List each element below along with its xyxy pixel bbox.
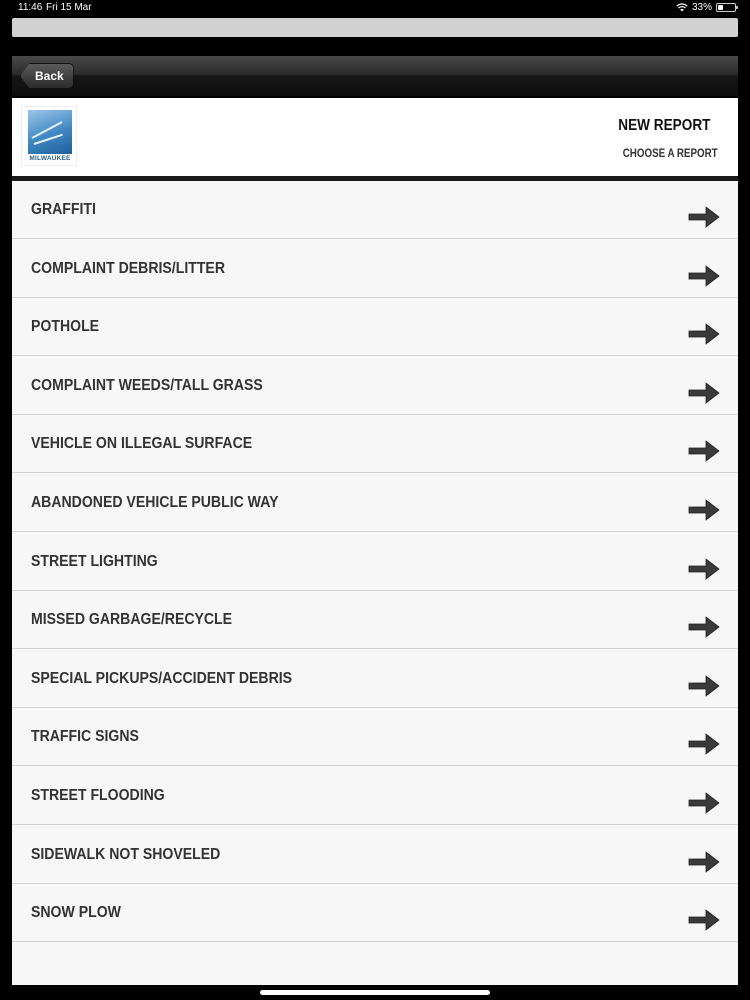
logo-sky xyxy=(28,110,72,154)
home-indicator[interactable] xyxy=(260,990,490,995)
report-row[interactable]: COMPLAINT DEBRIS/LITTER xyxy=(12,239,738,298)
right-arrow-icon xyxy=(688,264,720,287)
status-bar: 11:46 Fri 15 Mar 33% xyxy=(0,0,750,16)
report-label: STREET LIGHTING xyxy=(31,552,158,570)
battery-fill xyxy=(718,5,724,10)
battery-percent: 33% xyxy=(691,2,712,13)
right-arrow-icon xyxy=(688,909,720,931)
report-row[interactable]: VEHICLE ON ILLEGAL SURFACE xyxy=(12,415,738,474)
report-row[interactable]: SPECIAL PICKUPS/ACCIDENT DEBRIS xyxy=(12,649,738,708)
status-time: 11:46 xyxy=(18,2,43,13)
report-row[interactable]: GRAFFITI xyxy=(12,181,738,239)
status-date: Fri 15 Mar xyxy=(46,2,92,13)
right-arrow-icon xyxy=(688,381,720,404)
report-row[interactable]: STREET LIGHTING xyxy=(12,532,738,591)
report-row[interactable]: COMPLAINT WEEDS/TALL GRASS xyxy=(12,356,738,415)
battery-icon xyxy=(716,3,738,12)
report-row[interactable]: MISSED GARBAGE/RECYCLE xyxy=(12,591,738,650)
report-label: ABANDONED VEHICLE PUBLIC WAY xyxy=(31,494,279,511)
report-label: SIDEWALK NOT SHOVELED xyxy=(31,845,221,863)
report-label: VEHICLE ON ILLEGAL SURFACE xyxy=(31,435,253,453)
back-button[interactable]: Back xyxy=(20,63,74,89)
right-arrow-icon xyxy=(688,733,720,756)
right-arrow-icon xyxy=(688,557,720,580)
top-strip xyxy=(12,18,738,37)
right-arrow-icon xyxy=(688,674,720,697)
right-arrow-icon xyxy=(688,616,720,638)
wifi-icon xyxy=(676,3,688,12)
right-arrow-icon xyxy=(688,850,720,873)
report-label: MISSED GARBAGE/RECYCLE xyxy=(31,611,233,629)
report-row[interactable]: SNOW PLOW xyxy=(12,884,738,943)
right-arrow-icon xyxy=(688,323,720,345)
navigation-bar: Back xyxy=(12,56,738,96)
right-arrow-icon xyxy=(688,440,720,463)
report-label: SPECIAL PICKUPS/ACCIDENT DEBRIS xyxy=(31,669,293,687)
right-arrow-icon xyxy=(688,499,720,521)
report-row[interactable]: ABANDONED VEHICLE PUBLIC WAY xyxy=(12,474,738,532)
status-right: 33% xyxy=(676,2,738,13)
report-label: POTHOLE xyxy=(31,318,100,336)
report-header: MILWAUKEE NEW REPORT CHOOSE A REPORT xyxy=(12,98,738,176)
right-arrow-icon xyxy=(688,792,720,814)
report-row[interactable]: STREET FLOODING xyxy=(12,767,738,825)
milwaukee-logo: MILWAUKEE xyxy=(21,106,77,166)
page-subtitle: CHOOSE A REPORT xyxy=(623,148,718,160)
report-label: GRAFFITI xyxy=(31,201,96,218)
report-label: SNOW PLOW xyxy=(31,904,121,922)
report-row[interactable]: POTHOLE xyxy=(12,298,738,357)
report-list: GRAFFITI COMPLAINT DEBRIS/LITTER POTHOLE CO… xyxy=(12,181,738,985)
report-label: COMPLAINT DEBRIS/LITTER xyxy=(31,259,225,277)
report-label: COMPLAINT WEEDS/TALL GRASS xyxy=(31,376,263,394)
battery-nub xyxy=(736,6,738,9)
report-label: TRAFFIC SIGNS xyxy=(31,728,139,746)
report-row[interactable]: TRAFFIC SIGNS xyxy=(12,708,738,767)
logo-text: MILWAUKEE xyxy=(29,155,71,162)
right-arrow-icon xyxy=(688,206,720,228)
page-title: NEW REPORT xyxy=(617,117,710,134)
report-row[interactable]: SIDEWALK NOT SHOVELED xyxy=(12,825,738,884)
report-label: STREET FLOODING xyxy=(31,787,165,804)
